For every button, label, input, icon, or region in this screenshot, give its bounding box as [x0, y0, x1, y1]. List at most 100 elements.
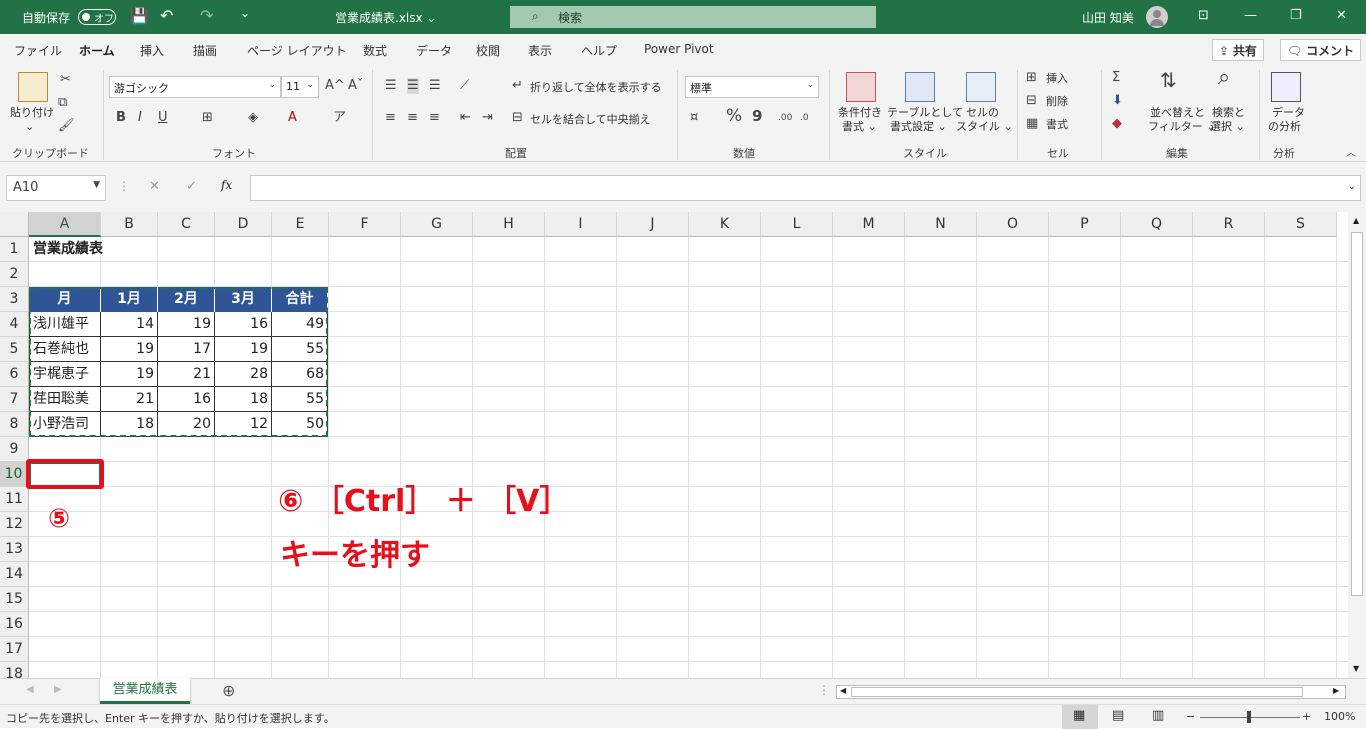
cell-styles-label1[interactable]: セルの: [966, 106, 999, 120]
document-title[interactable]: 営業成績表.xlsx ⌄: [335, 9, 436, 26]
collapse-ribbon-icon[interactable]: ︿: [1346, 146, 1356, 162]
tab-page-layout[interactable]: ページ レイアウト: [247, 42, 347, 59]
orientation-icon[interactable]: ⟋: [460, 78, 469, 94]
tab-data[interactable]: データ: [416, 42, 452, 59]
align-middle-icon[interactable]: ☰: [407, 78, 419, 94]
tab-formulas[interactable]: 数式: [363, 42, 387, 59]
sort-filter-icon[interactable]: ⇅: [1160, 70, 1177, 90]
row-header[interactable]: 2: [0, 262, 29, 287]
find-select-icon[interactable]: ⌕: [1218, 67, 1230, 89]
scroll-right-icon[interactable]: ▶: [1333, 686, 1339, 695]
undo-icon[interactable]: ↶: [160, 6, 173, 25]
column-header[interactable]: C: [158, 212, 215, 237]
zoom-slider-thumb[interactable]: [1247, 711, 1251, 723]
name-box[interactable]: A10 ▼: [6, 175, 106, 201]
name-box-dropdown-icon[interactable]: ▼: [93, 180, 100, 190]
decrease-indent-icon[interactable]: ⇤: [460, 110, 471, 126]
column-header[interactable]: F: [329, 212, 401, 237]
prev-sheet-icon[interactable]: ◀: [26, 684, 34, 695]
find-select-label1[interactable]: 検索と: [1212, 106, 1245, 120]
column-header[interactable]: O: [977, 212, 1049, 237]
bold-button[interactable]: B: [116, 110, 126, 126]
row-header[interactable]: 12: [0, 512, 29, 537]
column-header[interactable]: P: [1049, 212, 1121, 237]
autosum-icon[interactable]: Σ: [1112, 70, 1120, 86]
format-as-table-label1[interactable]: テーブルとして: [887, 106, 963, 120]
page-layout-view-icon[interactable]: ▤: [1112, 708, 1124, 723]
sort-filter-label1[interactable]: 並べ替えと: [1150, 106, 1205, 120]
format-as-table-label2[interactable]: 書式設定 ⌄: [890, 120, 947, 134]
copy-icon[interactable]: ⧉: [58, 95, 67, 111]
percent-button[interactable]: %: [726, 108, 742, 125]
user-name[interactable]: 山田 知美: [1082, 9, 1134, 26]
insert-cells-button[interactable]: 挿入: [1046, 72, 1068, 86]
row-header[interactable]: 4: [0, 312, 29, 337]
grow-font-icon[interactable]: A^: [325, 78, 345, 94]
phonetic-icon[interactable]: ア: [333, 110, 346, 126]
autosave-toggle[interactable]: オフ: [78, 9, 116, 25]
row-header[interactable]: 3: [0, 287, 29, 312]
row-header[interactable]: 1: [0, 237, 29, 262]
conditional-format-label1[interactable]: 条件付き: [838, 106, 882, 120]
column-header[interactable]: A: [29, 212, 101, 237]
increase-indent-icon[interactable]: ⇥: [482, 110, 493, 126]
borders-icon[interactable]: ⊞: [202, 110, 213, 126]
row-header[interactable]: 5: [0, 337, 29, 362]
column-header[interactable]: L: [761, 212, 833, 237]
comment-button[interactable]: 🗨 コメント: [1280, 39, 1362, 61]
format-as-table-icon[interactable]: [905, 72, 935, 102]
align-right-icon[interactable]: ≡: [429, 110, 440, 126]
row-header[interactable]: 14: [0, 562, 29, 587]
minimize-button[interactable]: —: [1244, 8, 1257, 23]
number-format-combo[interactable]: 標準 ⌄: [685, 76, 819, 98]
shrink-font-icon[interactable]: Aˇ: [348, 78, 363, 94]
close-button[interactable]: ✕: [1336, 8, 1347, 23]
save-icon[interactable]: 💾: [130, 7, 149, 25]
conditional-format-icon[interactable]: [846, 72, 876, 102]
wrap-text-icon[interactable]: ↵: [512, 78, 523, 94]
customize-qat-icon[interactable]: ⌄: [240, 6, 250, 20]
align-bottom-icon[interactable]: ☰: [429, 78, 441, 94]
font-color-icon[interactable]: A: [288, 110, 297, 126]
clear-icon[interactable]: ◆: [1112, 116, 1122, 132]
sheet-title-cell[interactable]: 営業成績表: [33, 237, 103, 262]
sort-filter-label2[interactable]: フィルター ⌄: [1148, 120, 1216, 134]
delete-cells-button[interactable]: 削除: [1046, 95, 1068, 109]
merge-center-icon[interactable]: ⊟: [512, 110, 523, 126]
scroll-down-icon[interactable]: ▼: [1353, 664, 1359, 673]
align-center-icon[interactable]: ≡: [407, 110, 418, 126]
enter-icon[interactable]: ✓: [186, 179, 197, 194]
avatar[interactable]: [1146, 6, 1168, 28]
format-cells-button[interactable]: 書式: [1046, 118, 1068, 132]
normal-view-button[interactable]: ▦: [1062, 705, 1098, 729]
analyze-data-label1[interactable]: データ: [1272, 106, 1305, 120]
horizontal-scroll-thumb[interactable]: [851, 687, 1303, 697]
column-header[interactable]: M: [833, 212, 905, 237]
row-header[interactable]: 15: [0, 587, 29, 612]
tab-file[interactable]: ファイル: [14, 42, 62, 59]
align-top-icon[interactable]: ☰: [385, 78, 397, 94]
find-select-label2[interactable]: 選択 ⌄: [1210, 120, 1245, 134]
cancel-icon[interactable]: ✕: [149, 179, 160, 194]
tab-draw[interactable]: 描画: [193, 42, 217, 59]
column-header[interactable]: G: [401, 212, 473, 237]
column-header[interactable]: N: [905, 212, 977, 237]
paste-dropdown-icon[interactable]: ⌄: [25, 120, 34, 134]
horizontal-scrollbar[interactable]: ◀ ▶: [836, 685, 1346, 699]
fill-color-icon[interactable]: ◈: [248, 110, 258, 126]
row-header[interactable]: 18: [0, 662, 29, 678]
column-header[interactable]: R: [1193, 212, 1265, 237]
next-sheet-icon[interactable]: ▶: [54, 684, 62, 695]
cell-styles-icon[interactable]: [966, 72, 996, 102]
expand-formula-icon[interactable]: ⌄: [1348, 181, 1356, 192]
restore-button[interactable]: ❐: [1290, 8, 1302, 23]
cell-styles-label2[interactable]: スタイル ⌄: [956, 120, 1013, 134]
column-header[interactable]: B: [101, 212, 158, 237]
row-header[interactable]: 17: [0, 637, 29, 662]
zoom-in-icon[interactable]: +: [1302, 710, 1311, 723]
search-box[interactable]: ⌕ 検索: [510, 6, 876, 28]
cut-icon[interactable]: ✂: [60, 72, 71, 88]
row-header[interactable]: 7: [0, 387, 29, 412]
delete-cells-icon[interactable]: ⊟: [1026, 93, 1037, 109]
tab-help[interactable]: ヘルプ: [581, 42, 617, 59]
